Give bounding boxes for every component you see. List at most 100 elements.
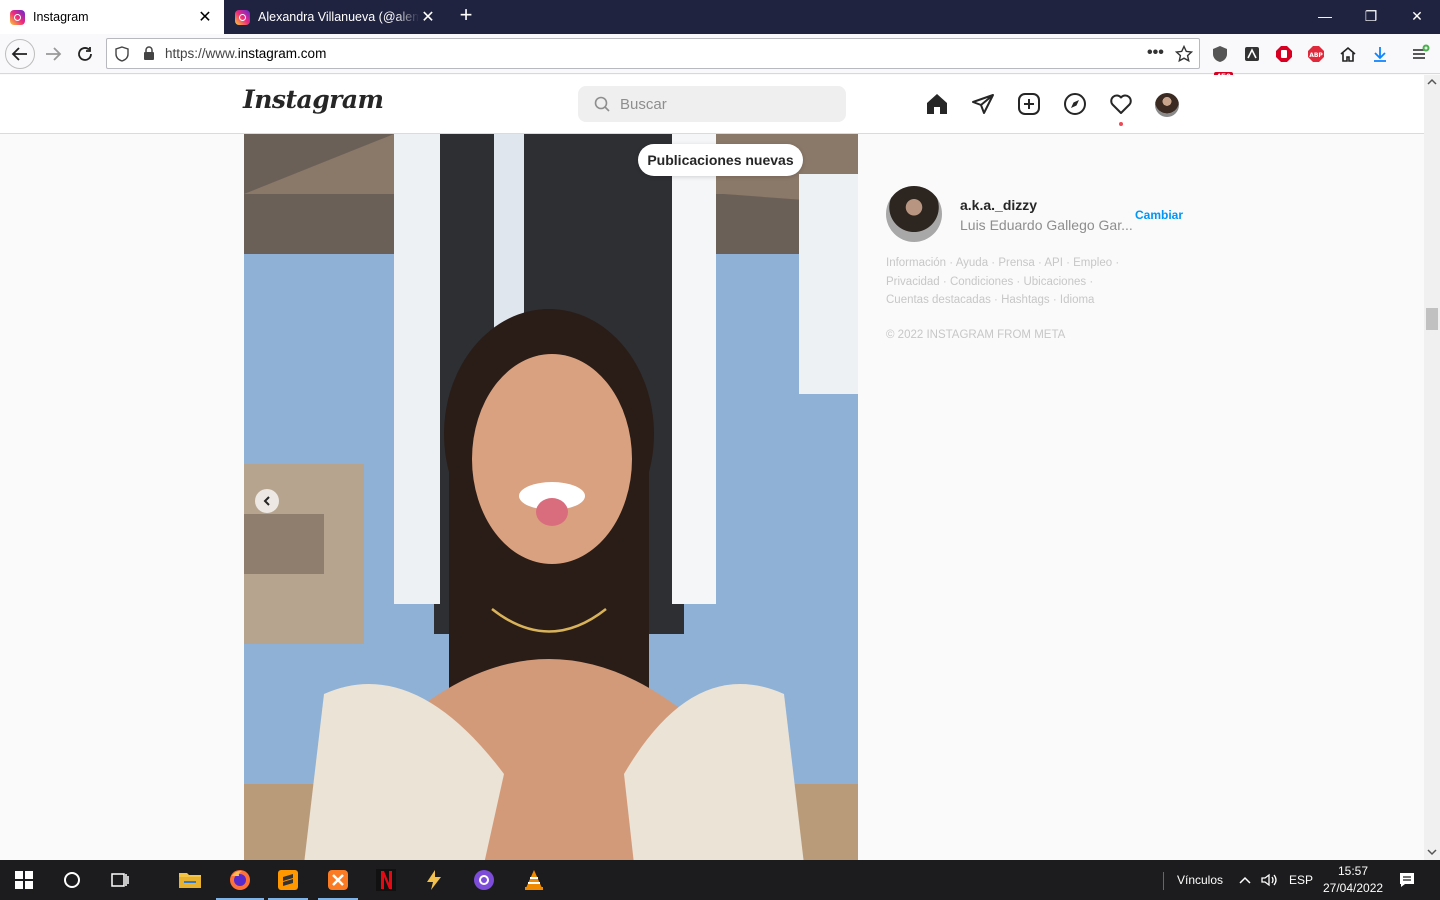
bookmark-star-icon[interactable]: [1175, 45, 1193, 63]
github-desktop-button[interactable]: [460, 860, 508, 900]
url-prefix: https://www.: [165, 46, 238, 61]
volume-icon[interactable]: [1260, 871, 1278, 889]
tab-title: Instagram: [33, 10, 89, 24]
search-input[interactable]: [620, 94, 830, 114]
instagram-favicon-icon: [10, 9, 25, 25]
task-view-button[interactable]: [96, 860, 144, 900]
url-domain: instagram.com: [237, 46, 327, 61]
file-explorer-button[interactable]: [166, 860, 214, 900]
scroll-down-icon[interactable]: [1427, 848, 1437, 856]
activity-heart-icon[interactable]: [1108, 91, 1134, 117]
footer-link-jobs[interactable]: Empleo: [1073, 257, 1112, 269]
chevron-up-icon[interactable]: [1238, 874, 1252, 886]
footer-links: Información · Ayuda · Prensa · API · Emp…: [886, 257, 1120, 306]
browser-nav-bar: https://www.instagram.com ••• ABP 450: [0, 34, 1440, 83]
sidebar-avatar[interactable]: [886, 186, 942, 242]
back-button[interactable]: [5, 39, 35, 69]
firefox-button[interactable]: [216, 860, 264, 900]
restore-button[interactable]: ❐: [1348, 0, 1394, 34]
tab-instagram[interactable]: Instagram ✕: [0, 0, 224, 34]
post-photo[interactable]: [244, 134, 858, 860]
extension-vpn-icon[interactable]: [1240, 42, 1264, 66]
close-tab-icon[interactable]: ✕: [196, 7, 214, 27]
netflix-icon: [376, 869, 396, 891]
forward-arrow-icon: [46, 47, 62, 61]
post-photo-illustration: [244, 134, 858, 860]
windows-logo-icon: [15, 871, 33, 889]
footer-link-language[interactable]: Idioma: [1060, 294, 1095, 306]
new-posts-button[interactable]: Publicaciones nuevas: [638, 144, 803, 176]
vlc-cone-icon: [525, 870, 543, 890]
adblock-plus-icon[interactable]: ABP: [1304, 42, 1328, 66]
back-arrow-icon: [11, 47, 27, 61]
footer-link-terms[interactable]: Condiciones: [950, 276, 1013, 288]
tracking-shield-icon[interactable]: [115, 46, 129, 62]
scrollbar-thumb[interactable]: [1426, 308, 1438, 330]
explore-compass-icon[interactable]: [1062, 91, 1088, 117]
close-tab-icon[interactable]: ✕: [419, 7, 437, 27]
reload-icon: [78, 47, 92, 61]
close-window-button[interactable]: ✕: [1394, 0, 1440, 34]
footer-link-top-accounts[interactable]: Cuentas destacadas: [886, 294, 991, 306]
winrar-button[interactable]: [410, 860, 458, 900]
tab-alexandra-profile[interactable]: Alexandra Villanueva (@alemiz ✕: [225, 0, 447, 34]
start-button[interactable]: [0, 860, 48, 900]
minimize-button[interactable]: —: [1302, 0, 1348, 34]
xampp-icon: [328, 870, 348, 890]
footer-link-hashtags[interactable]: Hashtags: [1001, 294, 1050, 306]
action-center-icon[interactable]: [1398, 871, 1416, 889]
footer-link-locations[interactable]: Ubicaciones: [1023, 276, 1086, 288]
input-language[interactable]: ESP: [1289, 873, 1313, 887]
vlc-button[interactable]: [510, 860, 558, 900]
extension-shield-icon[interactable]: [1208, 42, 1232, 66]
footer-link-help[interactable]: Ayuda: [956, 257, 988, 269]
home-icon[interactable]: [1336, 42, 1360, 66]
task-view-icon: [111, 873, 129, 887]
sidebar-full-name: Luis Eduardo Gallego Gar...: [960, 217, 1133, 233]
instagram-logo[interactable]: Instagram: [243, 85, 384, 114]
downloads-icon[interactable]: [1368, 42, 1392, 66]
scroll-up-icon[interactable]: [1427, 78, 1437, 86]
direct-messages-icon[interactable]: [970, 91, 996, 117]
url-text[interactable]: https://www.instagram.com: [165, 46, 326, 61]
instagram-header: Instagram: [0, 75, 1424, 134]
forward-button[interactable]: [38, 39, 68, 69]
new-post-icon[interactable]: [1016, 91, 1042, 117]
links-toolbar[interactable]: Vínculos: [1177, 873, 1223, 887]
reload-button[interactable]: [70, 39, 100, 69]
windows-taskbar: Vínculos ESP 15:57 27/04/2022: [0, 860, 1440, 900]
clock-date[interactable]: 27/04/2022: [1323, 881, 1383, 895]
footer-link-press[interactable]: Prensa: [998, 257, 1034, 269]
page-scrollbar[interactable]: [1424, 75, 1440, 860]
switch-account-link[interactable]: Cambiar: [1135, 208, 1183, 222]
home-nav-icon[interactable]: [924, 91, 950, 117]
svg-text:ABP: ABP: [1309, 52, 1323, 59]
footer-link-privacy[interactable]: Privacidad: [886, 276, 940, 288]
github-icon: [474, 870, 494, 890]
netflix-button[interactable]: [362, 860, 410, 900]
folder-icon: [179, 873, 201, 888]
footer-link-api[interactable]: API: [1044, 257, 1063, 269]
page-actions-icon[interactable]: •••: [1147, 44, 1164, 62]
firefox-icon: [230, 870, 250, 890]
sublime-icon: [278, 870, 298, 890]
search-icon: [594, 96, 610, 112]
search-box[interactable]: [578, 86, 846, 122]
tab-title: Alexandra Villanueva (@alemiz: [258, 10, 419, 24]
browser-tab-bar: Instagram ✕ Alexandra Villanueva (@alemi…: [0, 0, 1440, 34]
cortana-circle-icon: [64, 872, 80, 888]
copyright-text: © 2022 INSTAGRAM FROM META: [886, 329, 1066, 341]
extension-stop-icon[interactable]: [1272, 42, 1296, 66]
footer-link-info[interactable]: Información: [886, 257, 946, 269]
sublime-text-button[interactable]: [264, 860, 312, 900]
sidebar-username[interactable]: a.k.a._dizzy: [960, 197, 1037, 213]
lock-icon[interactable]: [143, 46, 155, 61]
new-tab-button[interactable]: +: [454, 4, 478, 28]
address-bar[interactable]: https://www.instagram.com •••: [106, 38, 1200, 69]
xampp-button[interactable]: [314, 860, 362, 900]
carousel-previous-button[interactable]: [255, 489, 279, 513]
clock-time[interactable]: 15:57: [1338, 864, 1368, 878]
app-menu-icon[interactable]: [1408, 42, 1432, 66]
profile-avatar[interactable]: [1155, 93, 1179, 117]
cortana-search-button[interactable]: [48, 860, 96, 900]
